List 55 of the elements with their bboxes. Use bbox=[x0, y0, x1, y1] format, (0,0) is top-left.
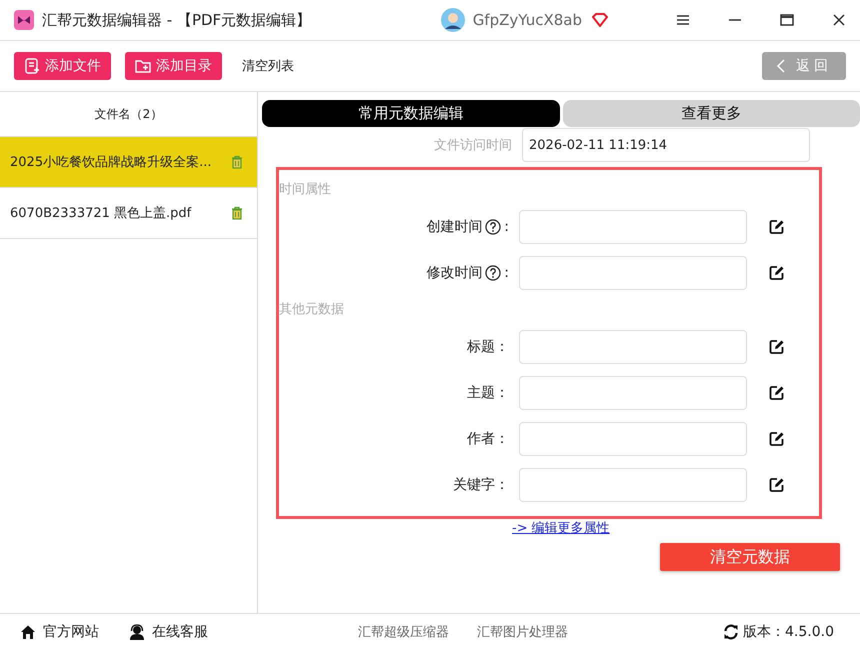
colon: : bbox=[504, 219, 509, 235]
edit-icon[interactable] bbox=[769, 265, 785, 281]
help-icon[interactable] bbox=[485, 219, 502, 235]
edit-icon[interactable] bbox=[769, 385, 785, 401]
input-field[interactable] bbox=[519, 210, 747, 244]
close-icon[interactable] bbox=[832, 13, 846, 27]
vip-icon bbox=[592, 13, 608, 27]
add-folder-button[interactable]: 添加目录 bbox=[125, 52, 222, 80]
tab[interactable]: 常用元数据编辑 bbox=[262, 100, 560, 127]
file-item[interactable]: 2025小吃餐饮品牌战略升级全案... bbox=[0, 137, 257, 188]
refresh-icon[interactable] bbox=[723, 624, 740, 640]
input-field[interactable] bbox=[519, 376, 747, 410]
input-field[interactable] bbox=[519, 422, 747, 456]
tab[interactable]: 查看更多 bbox=[562, 100, 860, 127]
edit-more-link[interactable]: -> 编辑更多属性 bbox=[512, 521, 610, 536]
field-label: 创建时间 bbox=[426, 218, 482, 236]
edit-icon[interactable] bbox=[769, 431, 785, 447]
clear-list-button[interactable]: 清空列表 bbox=[236, 56, 300, 76]
footer-link[interactable]: 官方网站 bbox=[20, 623, 99, 641]
clear-metadata-button[interactable]: 清空元数据 bbox=[660, 543, 840, 571]
edit-icon[interactable] bbox=[769, 219, 785, 235]
colon: : bbox=[504, 265, 509, 281]
file-item[interactable]: 6070B2333721 黑色上盖.pdf bbox=[0, 188, 257, 239]
app-logo-icon bbox=[14, 10, 34, 30]
section-title: 时间属性 bbox=[279, 181, 332, 199]
field-label: 主题： bbox=[467, 384, 509, 402]
chevron-left-icon bbox=[776, 59, 786, 73]
window-title: 汇帮元数据编辑器 - 【PDF元数据编辑】 bbox=[42, 10, 312, 30]
folder-plus-icon bbox=[135, 58, 151, 74]
file-plus-icon bbox=[24, 58, 40, 74]
field-label: 修改时间 bbox=[426, 264, 482, 282]
edit-icon[interactable] bbox=[769, 339, 785, 355]
product-link[interactable]: 汇帮图片处理器 bbox=[477, 623, 568, 641]
product-link[interactable]: 汇帮超级压缩器 bbox=[358, 623, 449, 641]
field-label: 作者： bbox=[467, 430, 509, 448]
avatar-icon bbox=[440, 8, 465, 32]
help-icon[interactable] bbox=[485, 265, 502, 281]
menu-icon[interactable] bbox=[676, 13, 690, 27]
username: GfpZyYucX8ab bbox=[472, 11, 582, 29]
input-field[interactable] bbox=[519, 468, 747, 502]
input-field[interactable] bbox=[519, 256, 747, 290]
add-file-button[interactable]: 添加文件 bbox=[14, 52, 111, 80]
footer-link[interactable]: 在线客服 bbox=[129, 623, 208, 641]
home-icon bbox=[20, 624, 36, 640]
field-label: 文件访问时间 bbox=[433, 137, 513, 154]
version-label: 版本：4.5.0.0 bbox=[743, 623, 834, 641]
field-label: 关键字： bbox=[453, 476, 509, 494]
section-title: 其他元数据 bbox=[279, 301, 345, 319]
headset-person-icon bbox=[129, 624, 145, 640]
input-field[interactable]: 2026-02-11 11:19:14 bbox=[522, 128, 810, 162]
trash-icon[interactable] bbox=[231, 206, 243, 220]
field-label: 标题： bbox=[467, 338, 509, 356]
input-field[interactable] bbox=[519, 330, 747, 364]
edit-icon[interactable] bbox=[769, 477, 785, 493]
maximize-icon[interactable] bbox=[780, 13, 794, 27]
